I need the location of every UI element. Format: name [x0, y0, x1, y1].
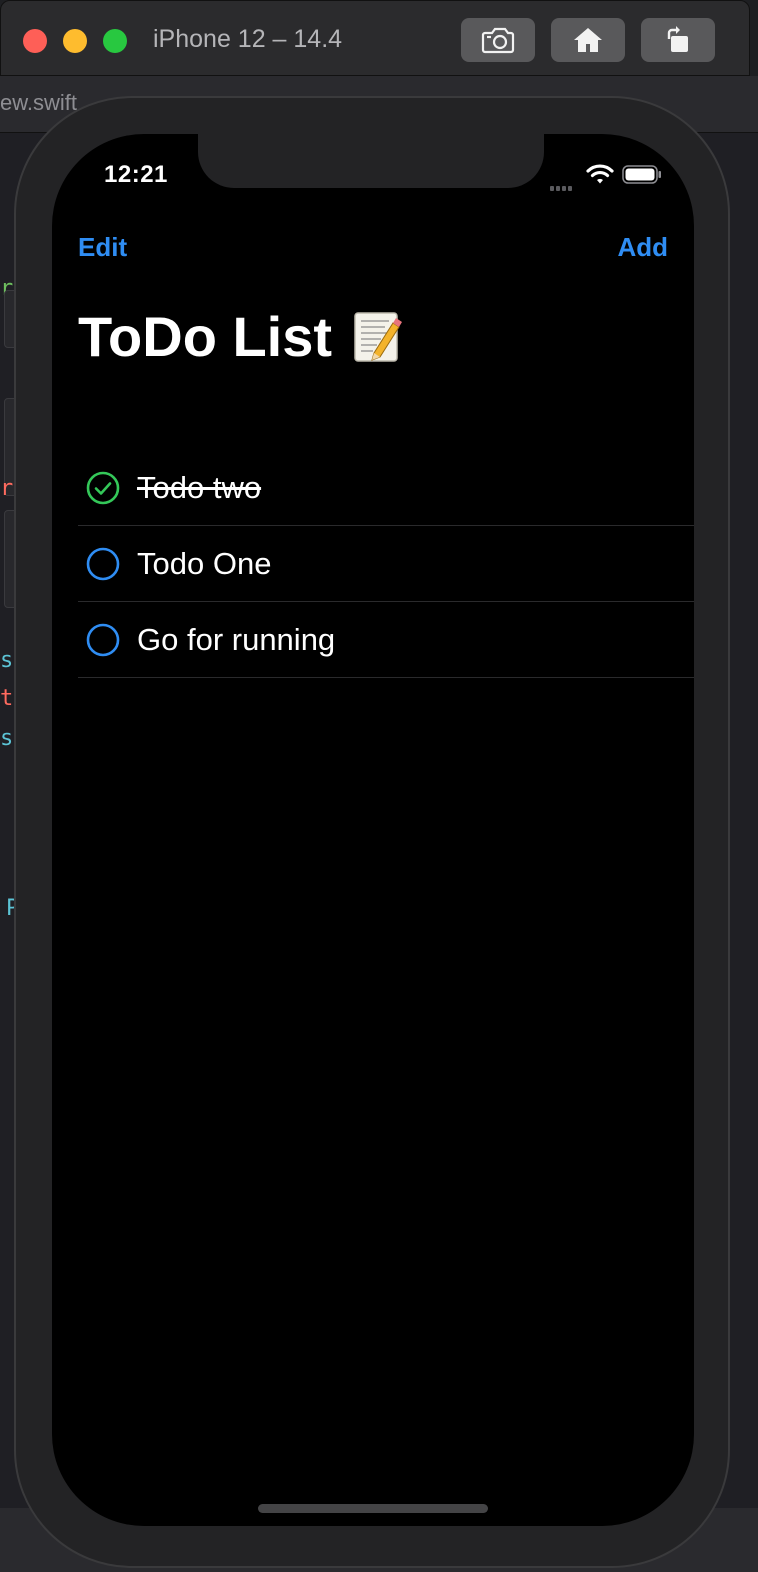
todo-label: Todo One [137, 545, 272, 581]
edit-button[interactable]: Edit [78, 232, 127, 263]
page-title: ToDo List [78, 304, 403, 369]
zoom-window-button[interactable] [103, 29, 127, 53]
xcode-tab-label[interactable]: ew.swift [0, 90, 77, 116]
empty-circle-icon[interactable] [86, 623, 120, 657]
add-button[interactable]: Add [617, 232, 668, 263]
minimize-window-button[interactable] [63, 29, 87, 53]
todo-row[interactable]: Go for running [78, 602, 694, 678]
todo-row[interactable]: Todo One [78, 526, 694, 602]
memo-emoji-icon [354, 311, 403, 362]
home-indicator[interactable] [258, 1504, 488, 1513]
camera-icon [481, 27, 515, 54]
checkmark-circle-icon[interactable] [86, 471, 120, 505]
rotate-icon [667, 26, 688, 52]
home-button[interactable] [551, 18, 625, 62]
simulator-title-bar: iPhone 12 – 14.4 [0, 0, 750, 76]
notch [198, 134, 544, 188]
screenshot-button[interactable] [461, 18, 535, 62]
status-time: 12:21 [104, 161, 168, 188]
empty-circle-icon[interactable] [86, 547, 120, 581]
editor-fragment: r [0, 476, 14, 501]
todo-row[interactable]: Todo two [78, 450, 694, 526]
device-screen: 12:21 Edit Add ToDo List Todo two Todo O… [52, 134, 694, 1526]
close-window-button[interactable] [23, 29, 47, 53]
window-title: iPhone 12 – 14.4 [153, 25, 343, 53]
todo-label: Go for running [137, 621, 336, 657]
todo-list: Todo two Todo One Go for running [78, 450, 694, 678]
editor-fragment: s [0, 726, 14, 751]
home-icon [574, 28, 602, 52]
editor-fragment: t [0, 686, 14, 711]
battery-icon [622, 165, 661, 184]
rotate-button[interactable] [641, 18, 715, 62]
wifi-icon [586, 164, 614, 184]
todo-label: Todo two [137, 469, 262, 505]
cellular-signal-icon [550, 178, 574, 196]
editor-fragment: s [0, 648, 14, 673]
page-title-text: ToDo List [78, 305, 333, 368]
